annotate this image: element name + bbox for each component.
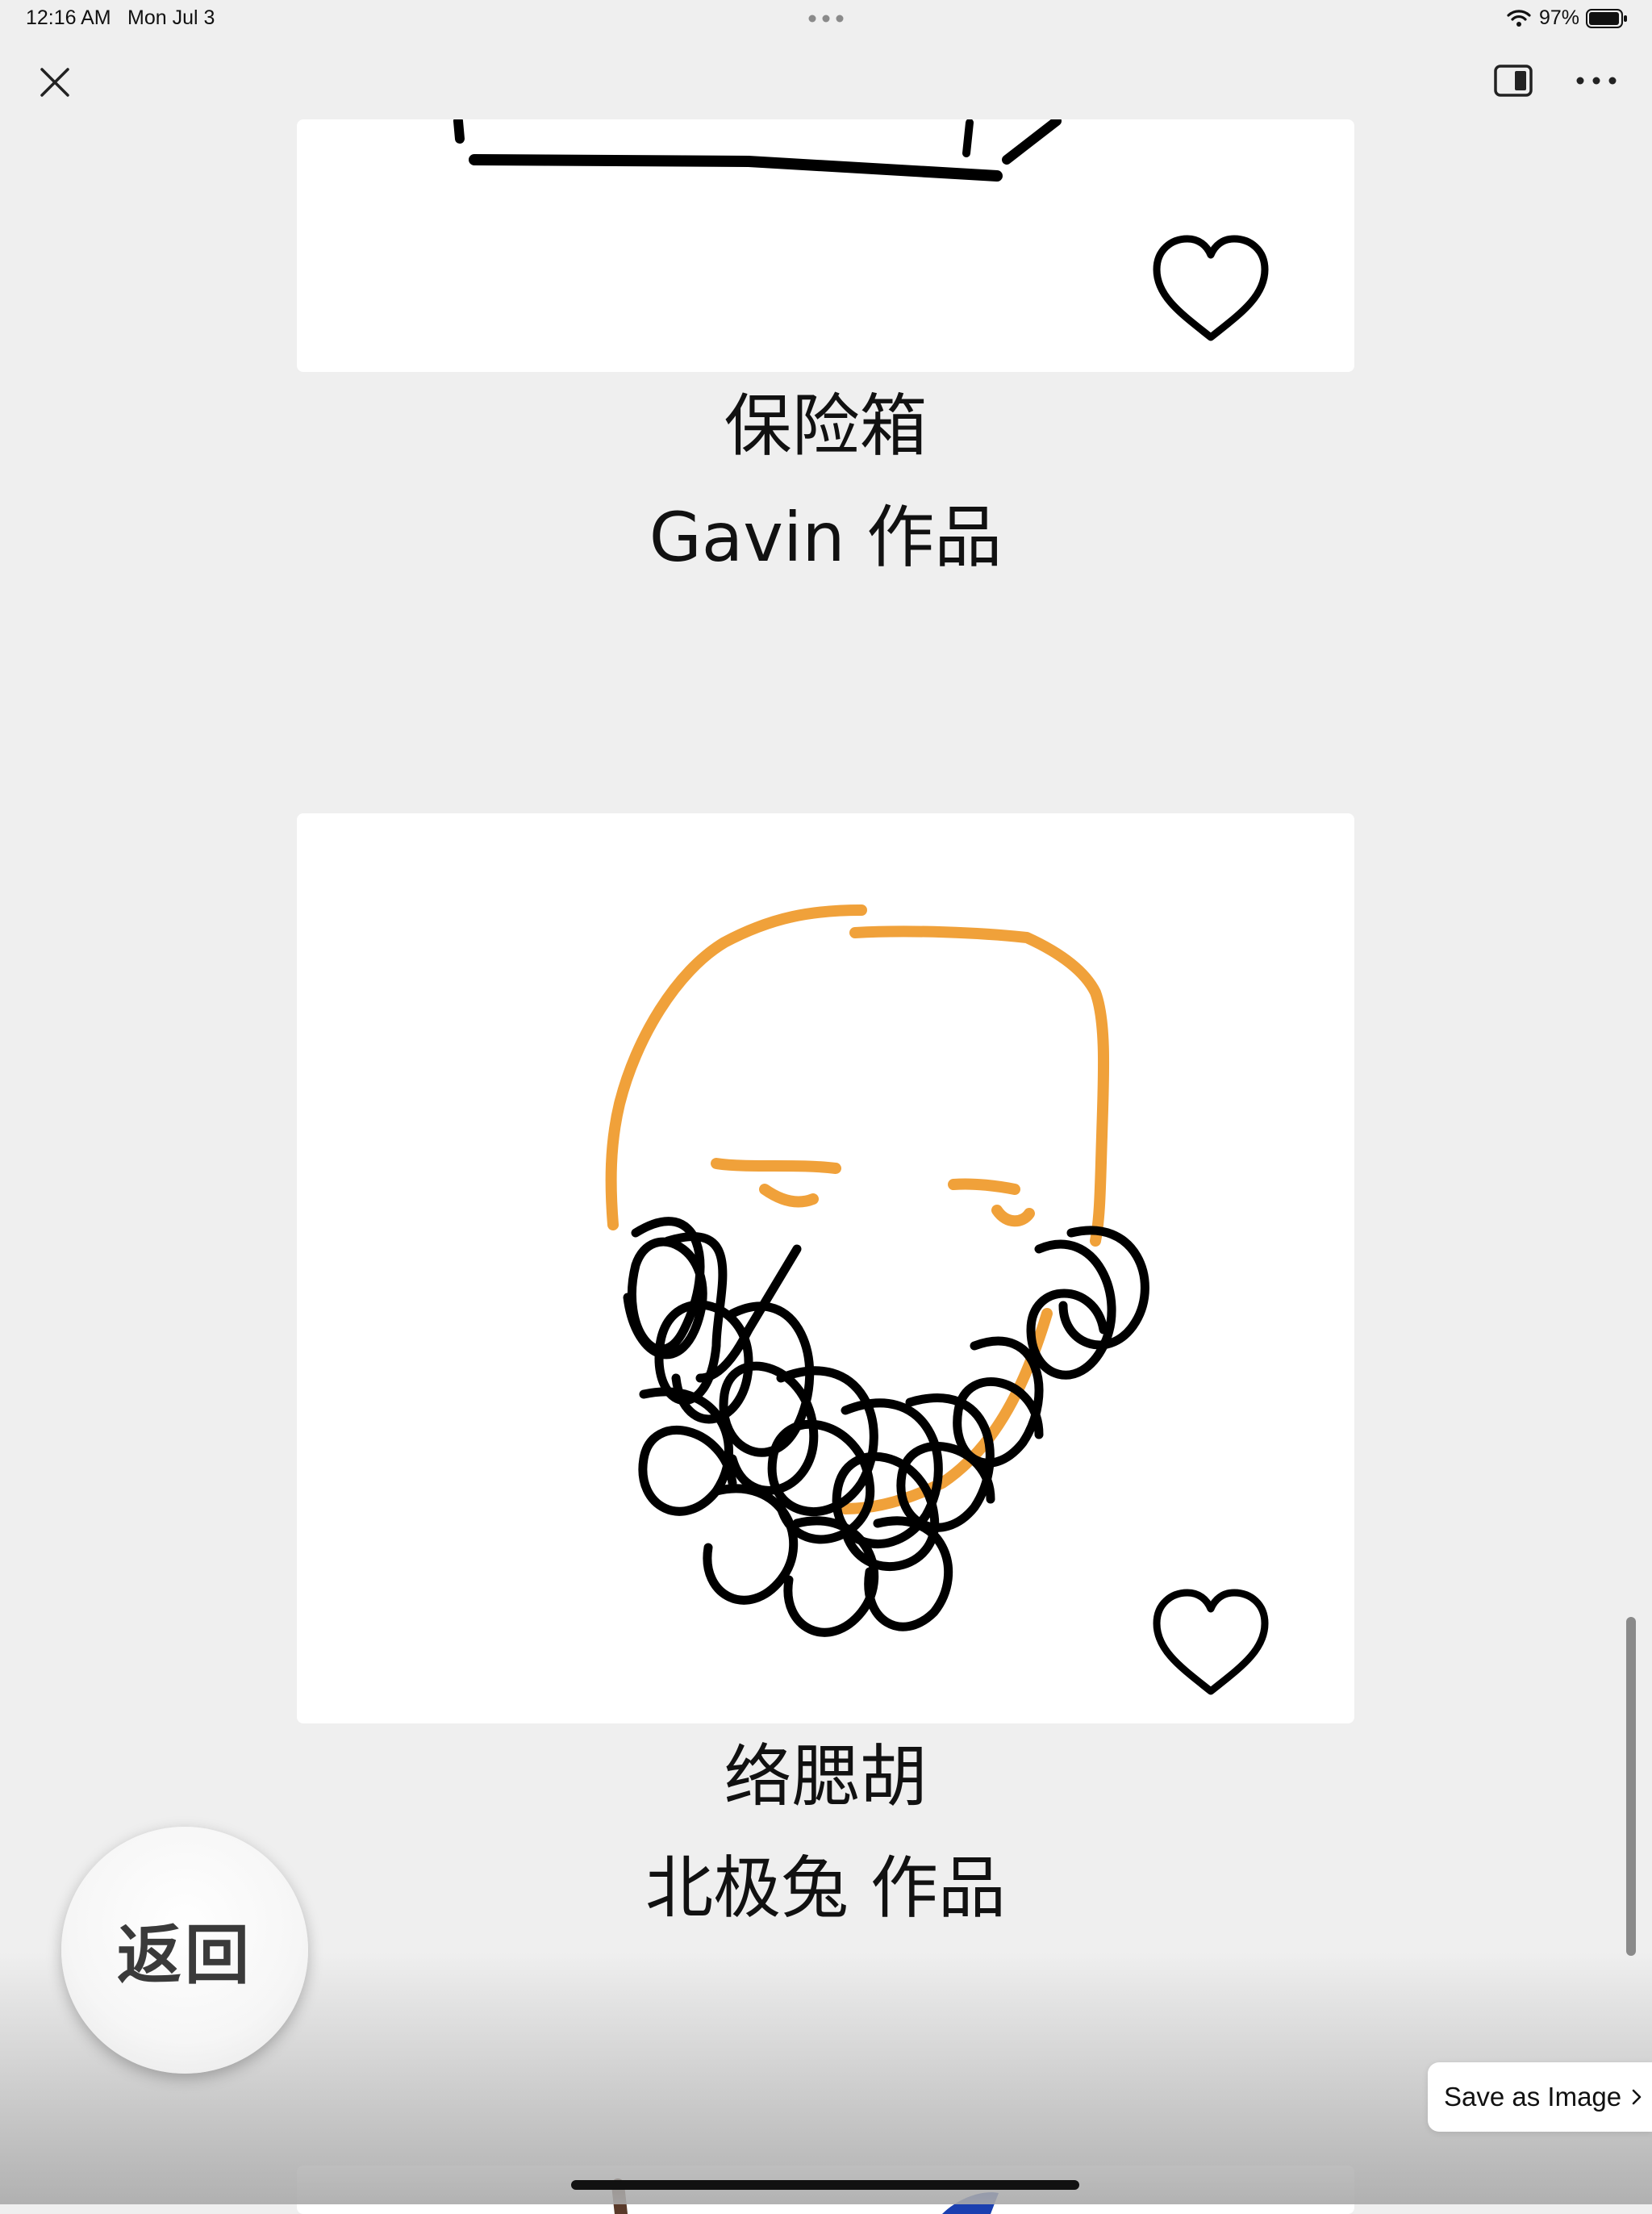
artwork-author: 北极兔 作品 [645, 1848, 1006, 1928]
save-as-image-label: Save as Image [1444, 2082, 1622, 2112]
artwork-card[interactable] [297, 813, 1354, 1723]
heart-icon[interactable] [1150, 1588, 1271, 1701]
more-options-icon[interactable] [1573, 61, 1620, 100]
artwork-title: 络腮胡 [724, 1737, 928, 1816]
multitasking-dots-icon[interactable] [808, 15, 844, 23]
home-indicator[interactable] [571, 2180, 1079, 2190]
back-button[interactable]: 返回 [61, 1827, 308, 2074]
battery-percentage: 97% [1539, 6, 1580, 29]
artwork-card[interactable] [297, 2166, 1354, 2214]
scrollbar[interactable] [1626, 1617, 1636, 1956]
save-as-image-button[interactable]: Save as Image [1428, 2062, 1652, 2132]
nav-bar [0, 45, 1652, 118]
status-time: 12:16 AM [26, 6, 111, 29]
wifi-icon [1507, 10, 1531, 27]
back-button-label: 返回 [117, 1918, 252, 1993]
chevron-right-icon [1632, 2089, 1642, 2105]
close-icon[interactable] [32, 60, 77, 105]
status-date: Mon Jul 3 [127, 6, 215, 29]
heart-icon[interactable] [1150, 234, 1271, 347]
artwork-title: 保险箱 [724, 386, 928, 466]
artwork-author: Gavin 作品 [649, 498, 1003, 577]
sidebar-toggle-icon[interactable] [1492, 61, 1534, 100]
artwork-drawing-beard [605, 904, 1149, 1637]
battery-icon [1586, 9, 1627, 28]
artwork-card[interactable] [297, 119, 1354, 372]
status-bar: 12:16 AM Mon Jul 3 97% [0, 0, 1652, 39]
artwork-drawing-partial [611, 2178, 999, 2214]
